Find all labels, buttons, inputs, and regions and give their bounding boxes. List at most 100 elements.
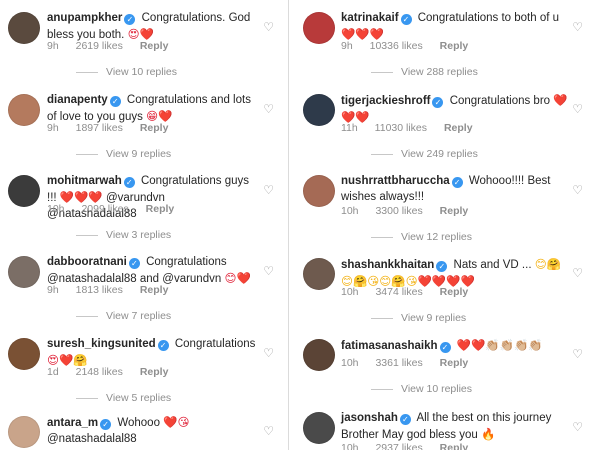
view-replies-label: View 9 replies bbox=[106, 148, 172, 160]
comment-time: 9h bbox=[47, 40, 59, 52]
avatar[interactable] bbox=[303, 412, 335, 444]
comment-likes[interactable]: 1813 likes bbox=[76, 284, 123, 296]
comment-emoji: 🔥 bbox=[481, 427, 496, 441]
like-heart-icon[interactable]: ♡ bbox=[572, 347, 583, 361]
like-heart-icon[interactable]: ♡ bbox=[263, 102, 274, 116]
avatar[interactable] bbox=[8, 256, 40, 288]
username[interactable]: jasonshah bbox=[341, 412, 398, 424]
comment-text-block: jasonshah ✓ All the best on this journey … bbox=[341, 410, 569, 443]
username[interactable]: antara_m bbox=[47, 417, 98, 429]
comment-time: 10h bbox=[341, 442, 359, 450]
comment-emoji: 😊❤️ bbox=[224, 271, 251, 285]
like-heart-icon[interactable]: ♡ bbox=[572, 266, 583, 280]
view-replies-button[interactable]: View 9 replies bbox=[371, 312, 466, 324]
like-heart-icon[interactable]: ♡ bbox=[572, 183, 583, 197]
comment-meta: 9h 1813 likes Reply bbox=[47, 284, 182, 296]
verified-icon: ✓ bbox=[128, 258, 140, 269]
comment-meta: 9h 2619 likes Reply bbox=[47, 40, 182, 52]
comment-time: 9h bbox=[341, 40, 353, 52]
username[interactable]: shashankkhaitan bbox=[341, 259, 434, 271]
comment-likes[interactable]: 2619 likes bbox=[76, 40, 123, 52]
comment-mentions[interactable]: @natashadalal88 bbox=[47, 433, 137, 445]
reply-button[interactable]: Reply bbox=[440, 442, 469, 450]
divider-line bbox=[371, 236, 393, 238]
like-heart-icon[interactable]: ♡ bbox=[572, 20, 583, 34]
comment-likes[interactable]: 2937 likes bbox=[375, 442, 422, 450]
view-replies-button[interactable]: View 12 replies bbox=[371, 231, 472, 243]
avatar[interactable] bbox=[303, 175, 335, 207]
view-replies-button[interactable]: View 9 replies bbox=[76, 148, 171, 160]
username[interactable]: nushrrattbharuccha bbox=[341, 175, 450, 187]
reply-button[interactable]: Reply bbox=[440, 205, 469, 217]
view-replies-label: View 7 replies bbox=[106, 310, 172, 322]
like-heart-icon[interactable]: ♡ bbox=[263, 183, 274, 197]
reply-button[interactable]: Reply bbox=[140, 366, 169, 378]
view-replies-button[interactable]: View 5 replies bbox=[76, 392, 171, 404]
reply-button[interactable]: Reply bbox=[440, 357, 469, 369]
reply-button[interactable]: Reply bbox=[440, 286, 469, 298]
comment-meta: 10h 3300 likes Reply bbox=[341, 205, 482, 217]
avatar[interactable] bbox=[8, 175, 40, 207]
comment-likes[interactable]: 2099 likes bbox=[81, 203, 128, 215]
comment-meta: 10h 2937 likes Reply bbox=[341, 442, 482, 450]
comment-likes[interactable]: 3474 likes bbox=[375, 286, 422, 298]
like-heart-icon[interactable]: ♡ bbox=[263, 20, 274, 34]
divider-line bbox=[76, 397, 98, 399]
view-replies-button[interactable]: View 3 replies bbox=[76, 229, 171, 241]
comment-text-block: katrinakaif ✓ Congratulations to both of … bbox=[341, 10, 569, 43]
comment-emoji: ❤️❤️👏🏼👏🏼👏🏼👏🏼 bbox=[456, 338, 543, 352]
like-heart-icon[interactable]: ♡ bbox=[572, 102, 583, 116]
divider-line bbox=[371, 153, 393, 155]
avatar[interactable] bbox=[303, 258, 335, 290]
comment-text: Wohooo bbox=[117, 417, 160, 429]
like-heart-icon[interactable]: ♡ bbox=[263, 264, 274, 278]
avatar[interactable] bbox=[303, 94, 335, 126]
view-replies-button[interactable]: View 288 replies bbox=[371, 66, 478, 78]
comment-likes[interactable]: 10336 likes bbox=[370, 40, 423, 52]
verified-icon: ✓ bbox=[100, 419, 112, 430]
comment-likes[interactable]: 3361 likes bbox=[375, 357, 422, 369]
comment-emoji: 😁❤️ bbox=[146, 109, 173, 123]
reply-button[interactable]: Reply bbox=[140, 122, 169, 134]
divider-line bbox=[76, 234, 98, 236]
like-heart-icon[interactable]: ♡ bbox=[572, 420, 583, 434]
avatar[interactable] bbox=[8, 94, 40, 126]
comment-likes[interactable]: 3300 likes bbox=[375, 205, 422, 217]
comment-meta: 10h 2099 likes Reply bbox=[47, 203, 188, 215]
comment-likes[interactable]: 11030 likes bbox=[375, 122, 427, 134]
avatar[interactable] bbox=[8, 12, 40, 44]
avatar[interactable] bbox=[303, 12, 335, 44]
like-heart-icon[interactable]: ♡ bbox=[263, 346, 274, 360]
reply-button[interactable]: Reply bbox=[140, 284, 169, 296]
username[interactable]: anupampkher bbox=[47, 12, 122, 24]
comment-text: Nats and VD ... bbox=[453, 259, 532, 271]
view-replies-button[interactable]: View 7 replies bbox=[76, 310, 171, 322]
username[interactable]: tigerjackieshroff bbox=[341, 95, 430, 107]
divider-line bbox=[76, 71, 98, 73]
reply-button[interactable]: Reply bbox=[146, 203, 175, 215]
username[interactable]: dianapenty bbox=[47, 94, 108, 106]
view-replies-button[interactable]: View 10 replies bbox=[371, 383, 472, 395]
comment-likes[interactable]: 2148 likes bbox=[76, 366, 123, 378]
view-replies-button[interactable]: View 249 replies bbox=[371, 148, 478, 160]
comment-likes[interactable]: 1897 likes bbox=[76, 122, 123, 134]
username[interactable]: mohitmarwah bbox=[47, 175, 122, 187]
reply-button[interactable]: Reply bbox=[140, 40, 169, 52]
username[interactable]: dabbooratnani bbox=[47, 256, 127, 268]
username[interactable]: katrinakaif bbox=[341, 12, 399, 24]
view-replies-label: View 249 replies bbox=[401, 148, 478, 160]
reply-button[interactable]: Reply bbox=[444, 122, 473, 134]
panel-divider bbox=[288, 0, 295, 450]
avatar[interactable] bbox=[8, 338, 40, 370]
comment-text-block: dabbooratnani ✓ Congratulations @natashad… bbox=[47, 254, 257, 287]
avatar[interactable] bbox=[303, 339, 335, 371]
view-replies-button[interactable]: View 10 replies bbox=[76, 66, 177, 78]
reply-button[interactable]: Reply bbox=[440, 40, 469, 52]
username[interactable]: fatimasanashaikh bbox=[341, 340, 438, 352]
comment-text-block: fatimasanashaikh ✓ ❤️❤️👏🏼👏🏼👏🏼👏🏼 bbox=[341, 337, 569, 354]
avatar[interactable] bbox=[8, 416, 40, 448]
verified-icon: ✓ bbox=[399, 414, 411, 425]
username[interactable]: suresh_kingsunited bbox=[47, 338, 156, 350]
comment-emoji: ❤️❤️❤️ bbox=[59, 190, 103, 204]
like-heart-icon[interactable]: ♡ bbox=[263, 424, 274, 438]
